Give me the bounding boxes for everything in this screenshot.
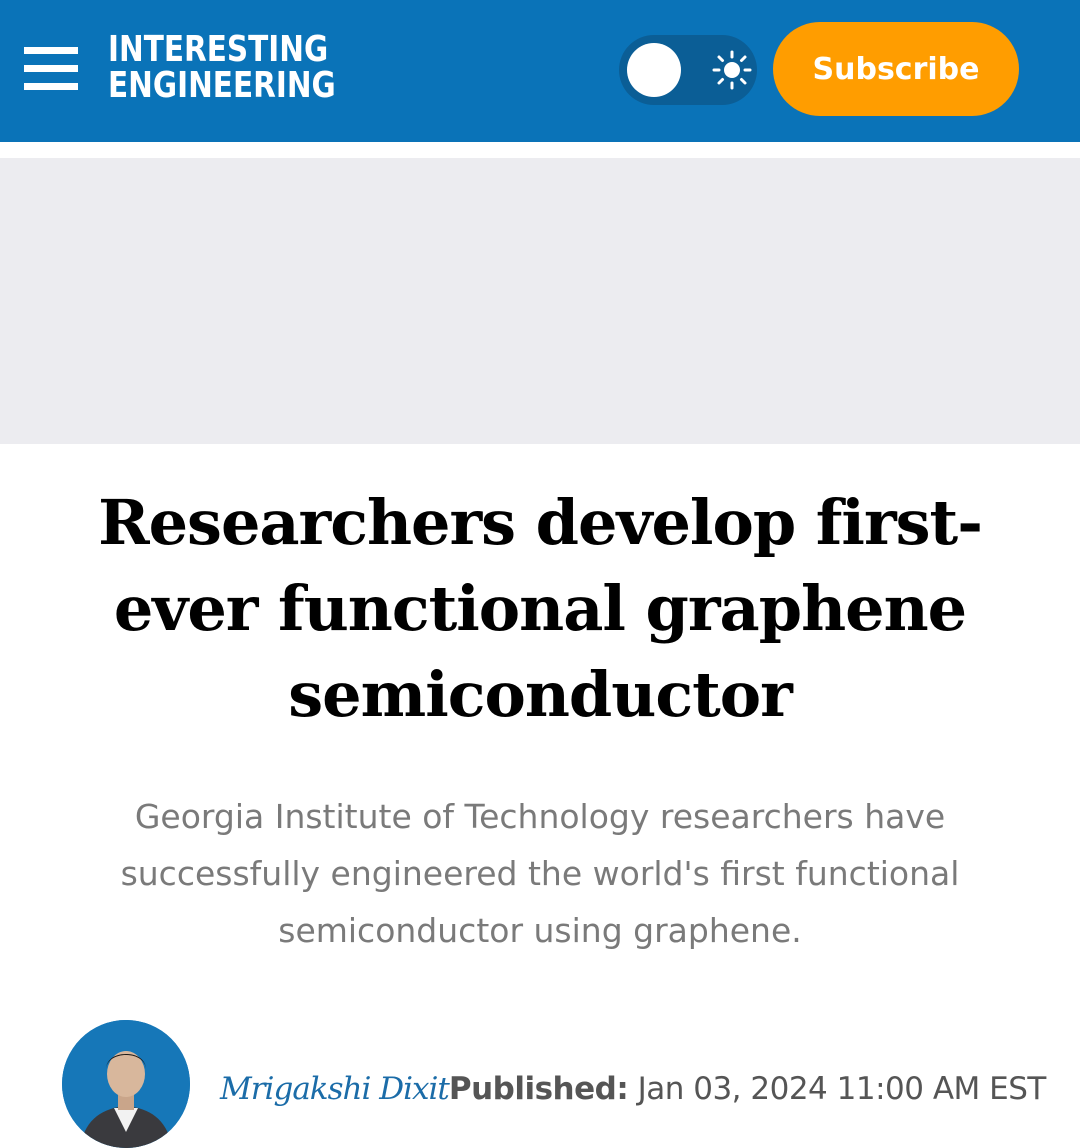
sun-icon [712, 50, 752, 90]
published-date: Jan 03, 2024 11:00 AM EST [628, 1071, 1047, 1107]
hamburger-menu-icon[interactable] [24, 47, 78, 91]
author-portrait-icon [62, 1020, 190, 1148]
article-byline: Mrigakshi DixitPublished: Jan 03, 2024 1… [220, 1066, 1046, 1112]
logo-line-2: ENGINEERING [108, 65, 336, 106]
subscribe-button[interactable]: Subscribe [773, 22, 1019, 116]
site-logo[interactable]: INTERESTING ENGINEERING [108, 29, 336, 108]
author-avatar[interactable] [62, 1020, 190, 1148]
logo-line-1: INTERESTING [108, 29, 329, 70]
published-label: Published: [448, 1071, 629, 1107]
ad-placeholder [0, 158, 1080, 444]
article-headline: Researchers develop first-ever functiona… [98, 486, 983, 731]
author-link[interactable]: Mrigakshi Dixit [220, 1071, 450, 1107]
article-summary: Georgia Institute of Technology research… [120, 797, 960, 950]
theme-toggle[interactable] [619, 35, 757, 105]
site-header: INTERESTING ENGINEERING Subscribe [0, 0, 1080, 142]
toggle-knob [627, 43, 681, 97]
